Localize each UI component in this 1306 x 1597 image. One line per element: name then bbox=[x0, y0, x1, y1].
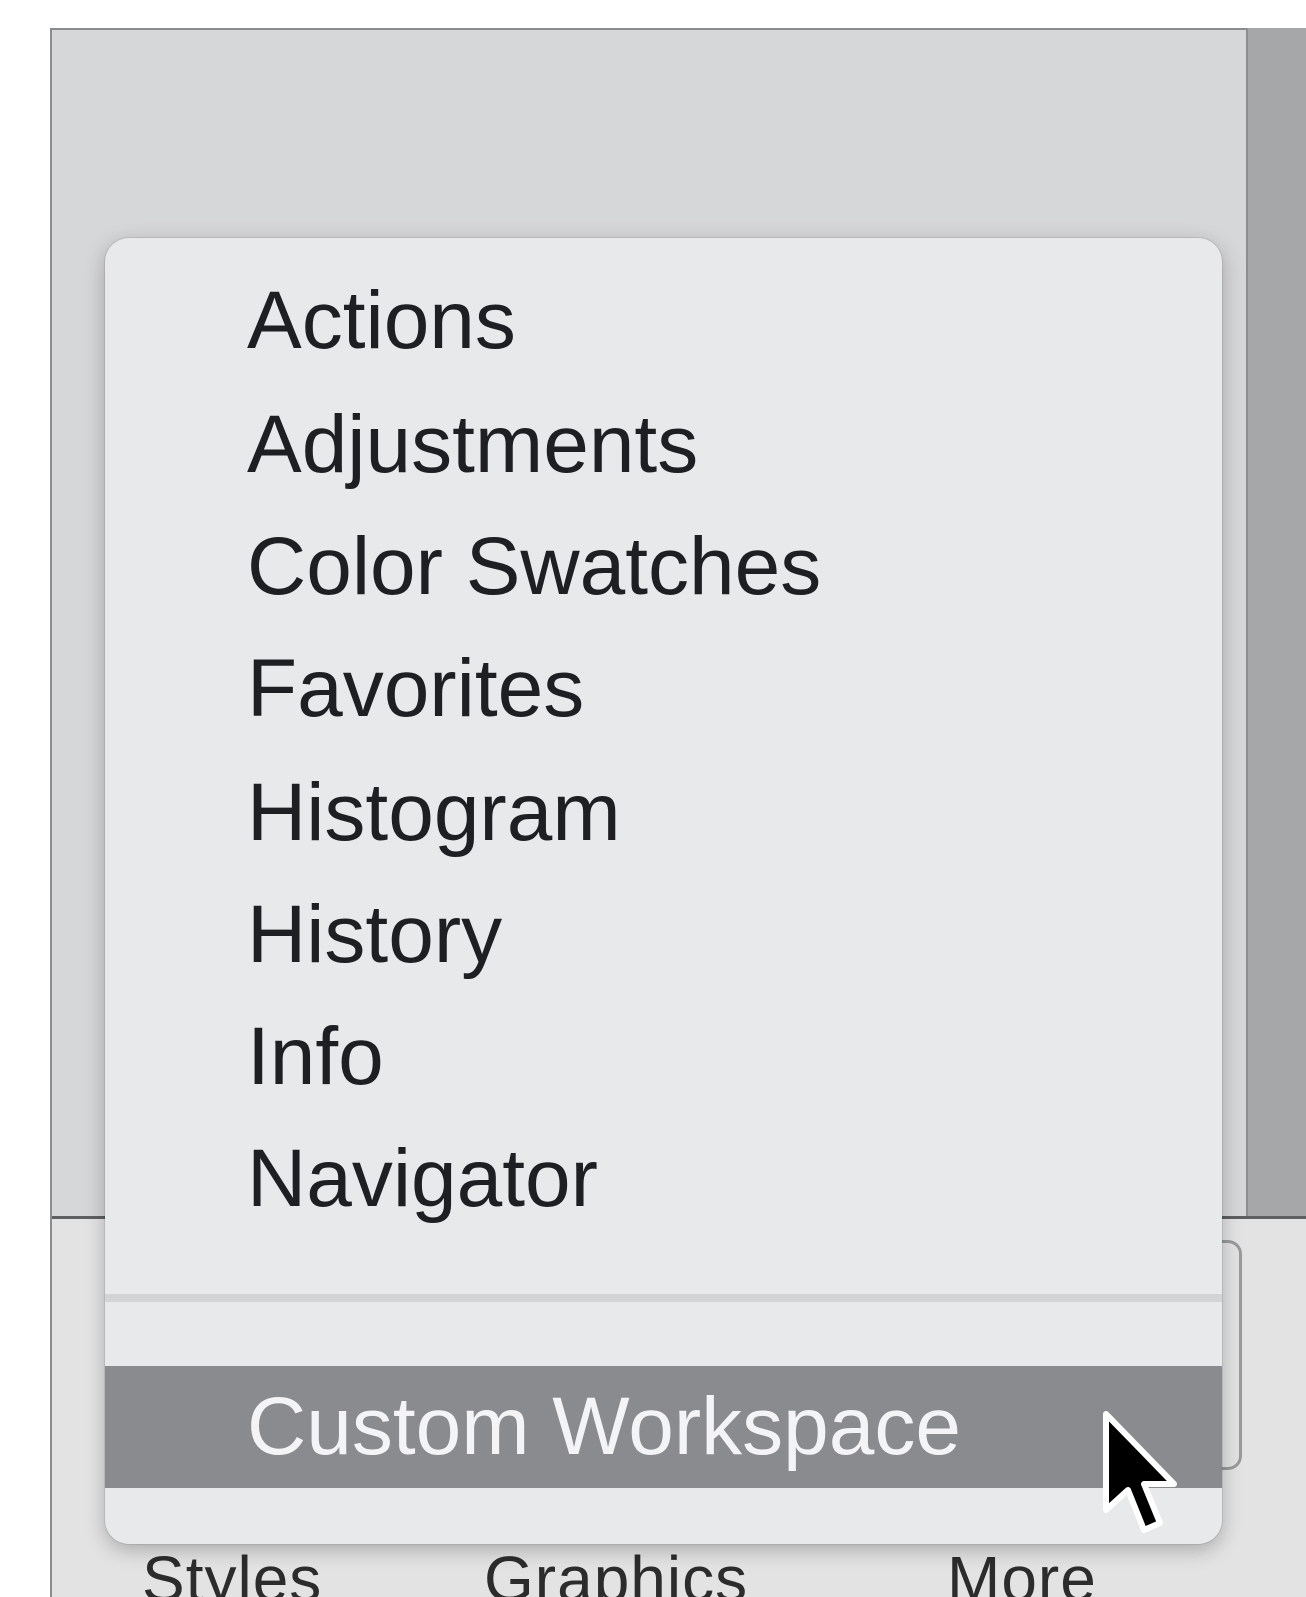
menu-separator bbox=[105, 1294, 1222, 1302]
arrow-pointer-icon bbox=[1103, 1411, 1177, 1533]
menu-item-custom-workspace[interactable]: Custom Workspace bbox=[105, 1366, 1222, 1488]
menu-item-info[interactable]: Info bbox=[105, 996, 1222, 1118]
menu-item-color-swatches[interactable]: Color Swatches bbox=[105, 506, 1222, 628]
menu-item-navigator[interactable]: Navigator bbox=[105, 1118, 1222, 1240]
tab-more[interactable]: More bbox=[947, 1542, 1097, 1597]
panel-right-scroll-strip bbox=[1246, 28, 1306, 1218]
menu-item-favorites[interactable]: Favorites bbox=[105, 628, 1222, 750]
tab-graphics[interactable]: Graphics bbox=[484, 1542, 748, 1597]
panel-menu-dropdown: Actions Adjustments Color Swatches Favor… bbox=[105, 238, 1222, 1544]
menu-item-adjustments[interactable]: Adjustments bbox=[105, 384, 1222, 506]
menu-item-actions[interactable]: Actions bbox=[105, 260, 1222, 382]
tab-styles[interactable]: Styles bbox=[142, 1542, 322, 1597]
menu-item-histogram[interactable]: Histogram bbox=[105, 752, 1222, 874]
menu-item-history[interactable]: History bbox=[105, 874, 1222, 996]
